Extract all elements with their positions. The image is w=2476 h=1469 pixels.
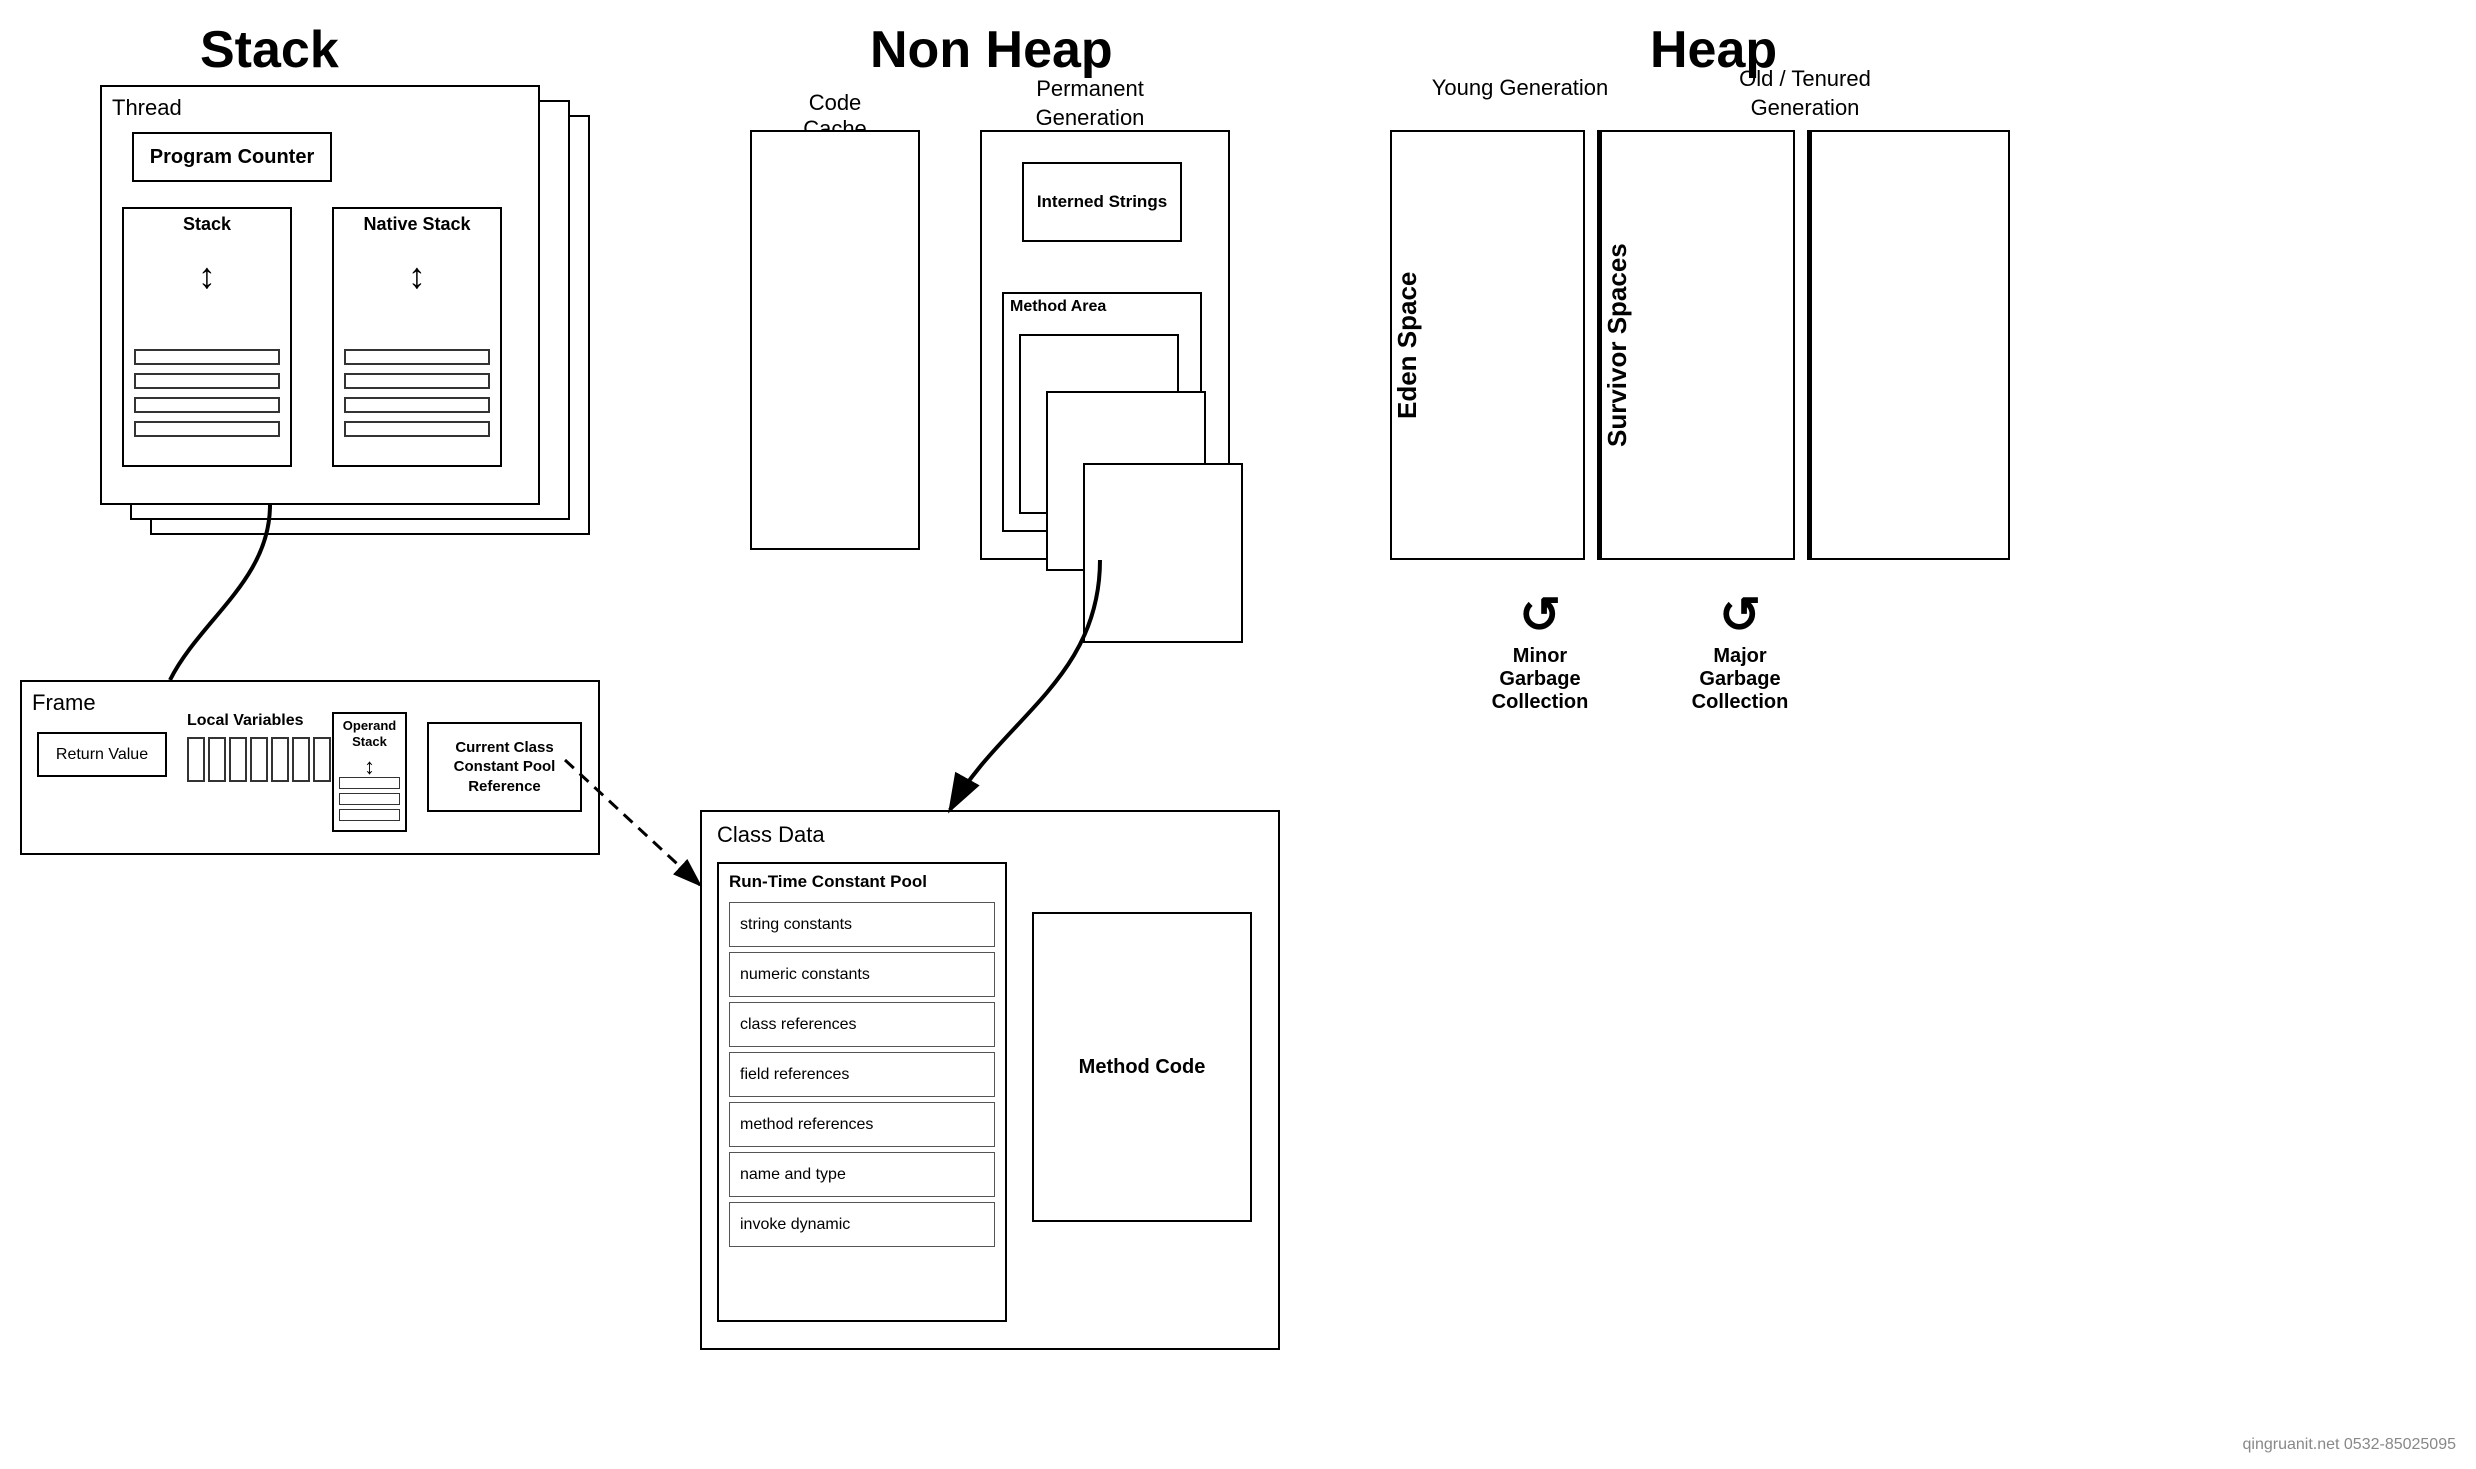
stack-arrow: ↕: [124, 255, 290, 297]
thread-box: Thread Program Counter Stack ↕ Native St…: [100, 85, 540, 505]
local-var-2: [208, 737, 226, 782]
stack-line-1: [134, 349, 280, 365]
frame-box: Frame Return Value Local Variables Opera…: [20, 680, 600, 855]
old-gen-title: Old / Tenured Generation: [1700, 65, 1910, 122]
local-var-4: [250, 737, 268, 782]
eden-label: Eden Space: [1392, 132, 1423, 558]
perm-gen-title: Permanent Generation: [1000, 75, 1180, 132]
op-line-3: [339, 809, 400, 821]
native-stack-label: Native Stack: [334, 209, 500, 235]
method-area-inner3: [1083, 463, 1243, 643]
method-area-inner2: [1046, 391, 1206, 571]
stack-line-3: [134, 397, 280, 413]
native-line-3: [344, 397, 490, 413]
stack-line-4: [134, 421, 280, 437]
nonheap-title: Non Heap: [870, 20, 1113, 80]
interned-strings-box: Interned Strings: [1022, 162, 1182, 242]
method-area-label: Method Area: [1004, 294, 1200, 320]
code-cache-box: [750, 130, 920, 550]
minor-gc: ↺ Minor Garbage Collection: [1480, 590, 1600, 714]
native-line-1: [344, 349, 490, 365]
op-line-1: [339, 777, 400, 789]
class-data-label: Class Data: [717, 822, 825, 848]
stack-sub-label: Stack: [124, 209, 290, 235]
watermark: qingruanit.net 0532-85025095: [2242, 1436, 2456, 1454]
young-gen-title: Young Generation: [1420, 75, 1620, 101]
method-area-outer: Method Area: [1002, 292, 1202, 532]
local-var-7: [313, 737, 331, 782]
program-counter-box: Program Counter: [132, 132, 332, 182]
local-vars-label: Local Variables: [187, 712, 304, 730]
stack-lines: [134, 349, 280, 445]
thread-label: Thread: [112, 95, 182, 121]
local-var-1: [187, 737, 205, 782]
rcp-item-4: field references: [729, 1052, 995, 1097]
native-line-2: [344, 373, 490, 389]
operand-stack-label: Operand Stack: [334, 714, 405, 749]
rcp-item-5: method references: [729, 1102, 995, 1147]
major-gc-label: Major Garbage Collection: [1692, 645, 1789, 713]
survivor-box: Survivor Spaces: [1600, 130, 1795, 560]
minor-gc-arrow: ↺: [1480, 590, 1600, 640]
rcp-item-1: string constants: [729, 902, 995, 947]
rcp-item-6: name and type: [729, 1152, 995, 1197]
rcp-item-7: invoke dynamic: [729, 1202, 995, 1247]
operand-stack-box: Operand Stack ↕: [332, 712, 407, 832]
rcp-box: Run-Time Constant Pool string constants …: [717, 862, 1007, 1322]
major-gc-arrow: ↺: [1680, 590, 1800, 640]
native-line-4: [344, 421, 490, 437]
method-code-box: Method Code: [1032, 912, 1252, 1222]
stack-line-2: [134, 373, 280, 389]
old-tenured-box: [1810, 130, 2010, 560]
method-area-inner1: [1019, 334, 1179, 514]
native-stack-lines: [344, 349, 490, 445]
local-var-5: [271, 737, 289, 782]
perm-gen-box: Interned Strings Method Area: [980, 130, 1230, 560]
minor-gc-label: Minor Garbage Collection: [1492, 645, 1589, 713]
stack-title: Stack: [200, 20, 339, 80]
ccpr-box: Current Class Constant Pool Reference: [427, 722, 582, 812]
stack-sub-box: Stack ↕: [122, 207, 292, 467]
native-arrow: ↕: [334, 255, 500, 297]
rcp-item-2: numeric constants: [729, 952, 995, 997]
survivor-label: Survivor Spaces: [1602, 132, 1633, 558]
op-line-2: [339, 793, 400, 805]
method-area-to-classdata-curve: [950, 560, 1100, 810]
local-var-3: [229, 737, 247, 782]
eden-box: Eden Space: [1390, 130, 1585, 560]
rcp-label: Run-Time Constant Pool: [719, 864, 1005, 897]
class-data-box: Class Data Run-Time Constant Pool string…: [700, 810, 1280, 1350]
return-value-box: Return Value: [37, 732, 167, 777]
rcp-item-3: class references: [729, 1002, 995, 1047]
major-gc: ↺ Major Garbage Collection: [1680, 590, 1800, 714]
local-var-6: [292, 737, 310, 782]
frame-label: Frame: [32, 690, 96, 716]
operand-lines: [339, 777, 400, 825]
native-stack-box: Native Stack ↕: [332, 207, 502, 467]
